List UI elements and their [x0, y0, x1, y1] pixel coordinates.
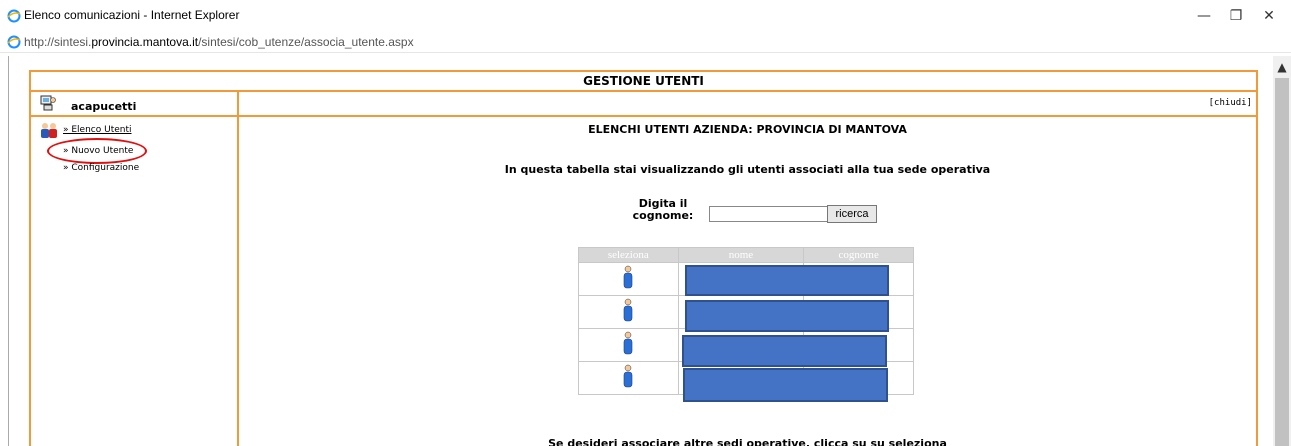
select-cell[interactable]	[578, 295, 679, 329]
company-heading: ELENCHI UTENTI AZIENDA: PROVINCIA DI MAN…	[588, 123, 907, 136]
info-text: In questa tabella stai visualizzando gli…	[504, 163, 991, 176]
vertical-scrollbar[interactable]: ▲	[1273, 56, 1291, 446]
username: acapucetti	[71, 100, 137, 113]
page-title: GESTIONE UTENTI	[31, 72, 1256, 92]
select-cell[interactable]	[578, 262, 679, 296]
user-icon[interactable]	[623, 265, 633, 289]
table-header-row: seleziona nome cognome	[578, 247, 914, 263]
user-icon[interactable]	[623, 298, 633, 322]
search-button[interactable]: ricerca	[827, 205, 877, 223]
window-title: Elenco comunicazioni - Internet Explorer	[24, 8, 240, 22]
scrollbar-thumb[interactable]	[1275, 78, 1289, 446]
page-viewport: GESTIONE UTENTI acapucetti [chiudi] » El…	[8, 56, 1266, 446]
redaction-box	[682, 335, 887, 367]
url-text[interactable]: http://sintesi.provincia.mantova.it/sint…	[24, 35, 414, 49]
scroll-up-icon[interactable]: ▲	[1273, 56, 1291, 76]
header-cognome: cognome	[803, 247, 914, 263]
sidebar-item-elenco-utenti[interactable]: » Elenco Utenti	[63, 125, 132, 135]
sidebar-item-nuovo-utente[interactable]: » Nuovo Utente	[63, 146, 133, 156]
user-icon[interactable]	[623, 364, 633, 388]
window-titlebar: Elenco comunicazioni - Internet Explorer…	[0, 0, 1291, 32]
redaction-box	[685, 265, 889, 296]
address-bar[interactable]: http://sintesi.provincia.mantova.it/sint…	[0, 32, 1291, 53]
restore-button[interactable]: ❐	[1226, 6, 1246, 26]
redaction-box	[685, 300, 889, 332]
select-cell[interactable]	[578, 361, 679, 395]
footer-instruction: Se desideri associare altre sedi operati…	[548, 437, 947, 446]
gestione-frame: GESTIONE UTENTI acapucetti [chiudi] » El…	[29, 70, 1258, 446]
surname-search-input[interactable]	[709, 206, 829, 222]
sidebar-item-configurazione[interactable]: » Configurazione	[63, 163, 139, 173]
close-button[interactable]: ✕	[1259, 6, 1279, 26]
sidebar: » Elenco Utenti » Nuovo Utente » Configu…	[31, 117, 239, 446]
main-content: ELENCHI UTENTI AZIENDA: PROVINCIA DI MAN…	[239, 117, 1256, 446]
close-link[interactable]: [chiudi]	[1209, 98, 1252, 108]
user-row: acapucetti [chiudi]	[31, 92, 1256, 117]
search-label: Digita il cognome:	[632, 197, 694, 222]
minimize-button[interactable]: —	[1194, 6, 1214, 26]
header-seleziona: seleziona	[578, 247, 679, 263]
user-icon[interactable]	[623, 331, 633, 355]
internet-explorer-icon	[7, 9, 21, 23]
select-cell[interactable]	[578, 328, 679, 362]
user-computer-icon	[40, 95, 56, 111]
header-nome: nome	[677, 247, 805, 263]
internet-explorer-icon	[7, 35, 21, 49]
user-cell: acapucetti	[31, 92, 239, 115]
users-group-icon	[41, 123, 57, 138]
url-domain: provincia.mantova.it	[91, 35, 199, 49]
redaction-box	[683, 368, 888, 402]
